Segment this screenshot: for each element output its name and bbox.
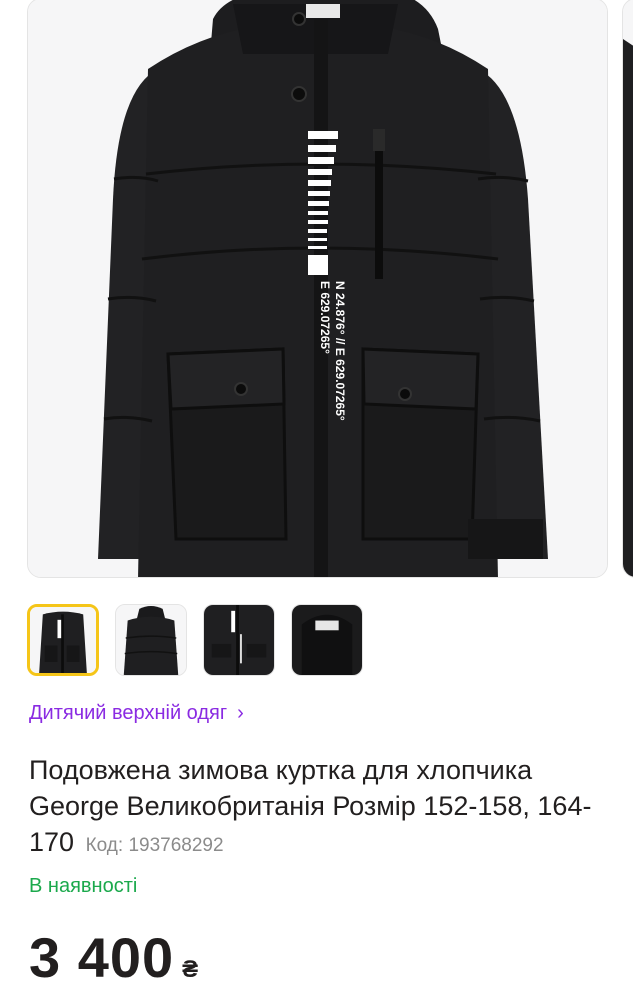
product-title: Подовжена зимова куртка для хлопчика Geo… — [29, 752, 629, 864]
next-image-preview — [623, 0, 633, 577]
thumbnail-front[interactable] — [27, 604, 99, 676]
thumbnail-back[interactable] — [115, 604, 187, 676]
print-text-1: N 24.876° // E 629.07265° — [333, 281, 347, 421]
next-product-image[interactable] — [622, 0, 633, 578]
thumbnail-strip — [27, 604, 363, 676]
jacket-image: N 24.876° // E 629.07265° E 629.07265° — [28, 0, 607, 577]
jacket-back-thumb-icon — [116, 605, 186, 675]
price-value: 3 400 — [29, 926, 175, 989]
print-text-2: E 629.07265° — [318, 281, 332, 354]
main-product-image[interactable]: N 24.876° // E 629.07265° E 629.07265° — [27, 0, 608, 578]
chevron-right-icon: › — [237, 702, 244, 724]
product-price: 3 400 ₴ — [29, 925, 198, 990]
label-thumb-icon — [292, 605, 362, 675]
breadcrumb-label: Дитячий верхній одяг — [29, 702, 228, 724]
thumbnail-label[interactable] — [291, 604, 363, 676]
product-code: Код: 193768292 — [85, 835, 224, 856]
availability-status: В наявності — [29, 875, 138, 897]
breadcrumb-category-link[interactable]: Дитячий верхній одяг › — [29, 702, 244, 725]
currency-symbol: ₴ — [182, 956, 199, 983]
product-gallery: N 24.876° // E 629.07265° E 629.07265° — [0, 0, 633, 580]
jacket-front-thumb-icon — [30, 607, 96, 673]
thumbnail-detail[interactable] — [203, 604, 275, 676]
print-detail-thumb-icon — [204, 605, 274, 675]
